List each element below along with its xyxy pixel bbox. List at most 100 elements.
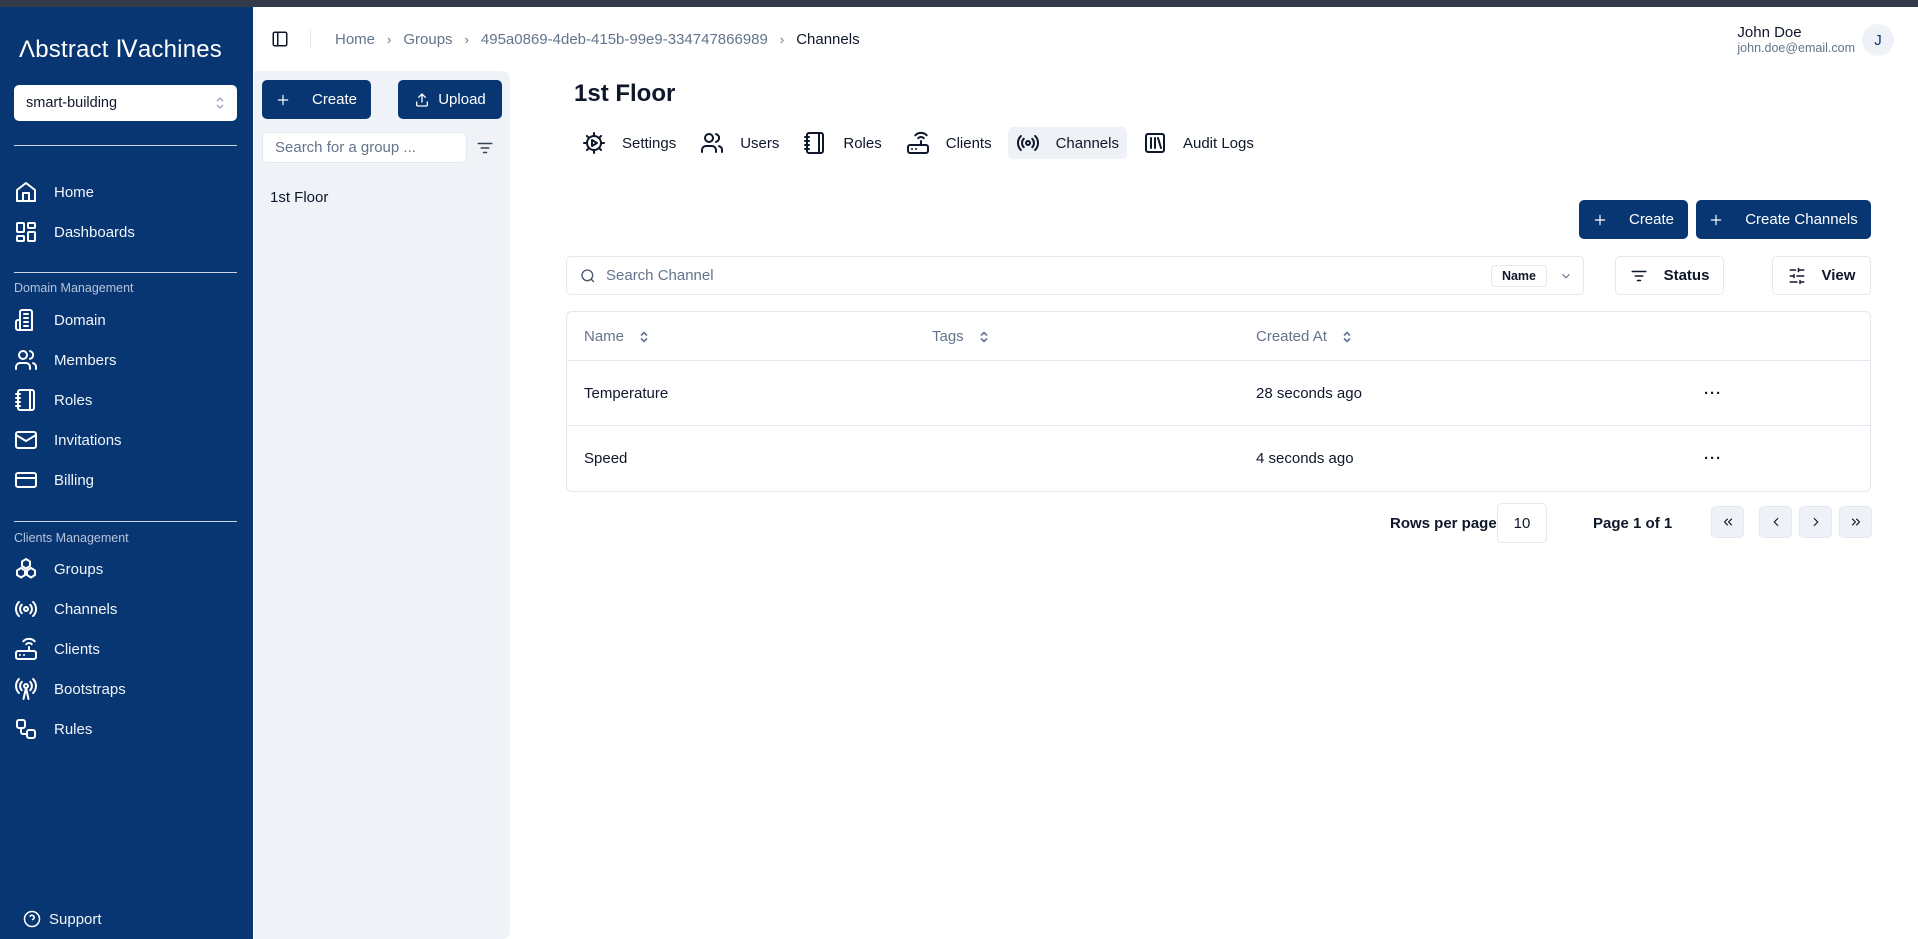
domain-selector[interactable]: smart-building bbox=[14, 85, 237, 121]
support-link[interactable]: Support bbox=[23, 910, 102, 928]
sidebar-item-domain[interactable]: Domain bbox=[14, 304, 237, 336]
chevron-right-icon: › bbox=[387, 31, 392, 47]
tab-label: Clients bbox=[945, 134, 992, 152]
breadcrumb-home[interactable]: Home bbox=[335, 31, 375, 48]
sidebar-item-label: Billing bbox=[54, 471, 95, 489]
channel-search-input[interactable] bbox=[606, 267, 1491, 284]
tab-roles[interactable]: Roles bbox=[795, 127, 889, 159]
support-label: Support bbox=[49, 910, 102, 928]
sidebar: Λbstract Ⅳachines smart-building Home Da… bbox=[0, 7, 253, 939]
mail-icon bbox=[14, 428, 38, 452]
column-header-created-at[interactable]: Created At bbox=[1256, 312, 1353, 360]
notebook-icon bbox=[14, 388, 38, 412]
tab-clients[interactable]: Clients bbox=[898, 127, 1000, 159]
sidebar-item-label: Roles bbox=[54, 391, 93, 409]
sidebar-item-label: Domain bbox=[54, 311, 106, 329]
rows-per-page-select[interactable]: 10 bbox=[1497, 503, 1547, 543]
filter-button[interactable] bbox=[476, 139, 494, 157]
settings-icon bbox=[583, 132, 605, 154]
sidebar-item-clients[interactable]: Clients bbox=[14, 633, 237, 665]
sidebar-item-billing[interactable]: Billing bbox=[14, 464, 237, 496]
sidebar-item-roles[interactable]: Roles bbox=[14, 384, 237, 416]
chevron-right-icon: › bbox=[464, 31, 469, 47]
sidebar-item-label: Channels bbox=[54, 600, 118, 618]
view-options-button[interactable]: View bbox=[1772, 256, 1871, 295]
sidebar-item-label: Groups bbox=[54, 560, 104, 578]
library-icon bbox=[1144, 133, 1165, 153]
chevron-right-icon bbox=[1813, 517, 1818, 527]
sidebar-item-home[interactable]: Home bbox=[14, 176, 237, 208]
upload-icon bbox=[416, 92, 429, 107]
filter-icon bbox=[1631, 270, 1647, 281]
group-upload-button[interactable]: Upload bbox=[398, 80, 502, 119]
breadcrumb-group-id[interactable]: 495a0869-4deb-415b-99e9-334747866989 bbox=[481, 31, 768, 48]
group-list-item[interactable]: 1st Floor bbox=[270, 189, 328, 206]
sidebar-item-label: Clients bbox=[54, 640, 100, 658]
group-search-input[interactable] bbox=[262, 132, 467, 163]
sidebar-toggle-button[interactable] bbox=[271, 30, 289, 48]
group-create-button[interactable]: Create bbox=[262, 80, 371, 119]
tab-audit-logs[interactable]: Audit Logs bbox=[1135, 127, 1262, 159]
first-page-button[interactable] bbox=[1711, 506, 1744, 538]
table-row[interactable]: Temperature 28 seconds ago ··· bbox=[567, 361, 1870, 426]
chevron-left-icon bbox=[1773, 517, 1778, 527]
breadcrumb-groups[interactable]: Groups bbox=[403, 31, 452, 48]
button-label: Status bbox=[1663, 267, 1710, 284]
column-label: Name bbox=[584, 327, 625, 345]
column-header-tags[interactable]: Tags bbox=[932, 312, 990, 360]
tab-label: Audit Logs bbox=[1182, 134, 1254, 152]
row-actions-button[interactable]: ··· bbox=[1704, 426, 1722, 491]
sort-icon[interactable] bbox=[978, 330, 990, 343]
sort-icon[interactable] bbox=[1341, 330, 1353, 343]
column-label: Created At bbox=[1256, 327, 1327, 345]
last-page-button[interactable] bbox=[1839, 506, 1872, 538]
group-tabs: Settings Users Roles Clients Channels Au… bbox=[574, 127, 1270, 159]
create-channel-button[interactable]: Create bbox=[1579, 200, 1688, 239]
notebook-icon bbox=[804, 132, 825, 154]
sidebar-item-members[interactable]: Members bbox=[14, 344, 237, 376]
page-info: Page 1 of 1 bbox=[1593, 514, 1673, 532]
breadcrumb: Home › Groups › 495a0869-4deb-415b-99e9-… bbox=[335, 29, 860, 49]
plus-icon bbox=[1594, 214, 1606, 225]
tab-channels[interactable]: Channels bbox=[1007, 127, 1127, 159]
user-info: John Doe john.doe@email.com bbox=[1737, 25, 1855, 56]
cell-name: Temperature bbox=[584, 384, 669, 402]
sidebar-item-groups[interactable]: Groups bbox=[14, 553, 237, 585]
top-header: Home › Groups › 495a0869-4deb-415b-99e9-… bbox=[253, 7, 1918, 70]
section-label-domain-management: Domain Management bbox=[14, 281, 134, 295]
user-email: john.doe@email.com bbox=[1737, 41, 1855, 55]
sidebar-item-label: Dashboards bbox=[54, 223, 135, 241]
tab-label: Users bbox=[740, 134, 780, 152]
sidebar-item-invitations[interactable]: Invitations bbox=[14, 424, 237, 456]
cell-created-at: 28 seconds ago bbox=[1256, 384, 1362, 402]
plus-icon bbox=[277, 94, 289, 105]
previous-page-button[interactable] bbox=[1759, 506, 1792, 538]
column-header-name[interactable]: Name bbox=[584, 312, 650, 360]
radio-icon bbox=[14, 597, 38, 621]
sidebar-item-dashboards[interactable]: Dashboards bbox=[14, 216, 237, 248]
chevrons-left-icon bbox=[1723, 518, 1732, 526]
sidebar-item-channels[interactable]: Channels bbox=[14, 593, 237, 625]
tab-users[interactable]: Users bbox=[692, 127, 787, 159]
create-channels-button[interactable]: Create Channels bbox=[1696, 200, 1871, 239]
workflow-icon bbox=[14, 717, 38, 741]
tab-label: Settings bbox=[622, 134, 677, 152]
status-filter-button[interactable]: Status bbox=[1615, 256, 1724, 295]
search-field-dropdown[interactable] bbox=[1559, 269, 1573, 283]
filter-icon bbox=[477, 142, 493, 154]
building-icon bbox=[14, 308, 38, 332]
sort-icon[interactable] bbox=[638, 330, 650, 343]
avatar[interactable]: J bbox=[1862, 24, 1894, 56]
window-top-bar bbox=[0, 0, 1918, 7]
sidebar-item-bootstraps[interactable]: Bootstraps bbox=[14, 673, 237, 705]
search-icon bbox=[581, 268, 595, 282]
tab-settings[interactable]: Settings bbox=[574, 127, 684, 159]
channel-search: Name bbox=[566, 256, 1584, 295]
search-field-badge[interactable]: Name bbox=[1490, 264, 1547, 287]
row-actions-button[interactable]: ··· bbox=[1704, 361, 1722, 425]
next-page-button[interactable] bbox=[1799, 506, 1832, 538]
header-divider bbox=[310, 29, 311, 49]
table-row[interactable]: Speed 4 seconds ago ··· bbox=[567, 426, 1870, 491]
cell-name: Speed bbox=[584, 450, 628, 467]
sidebar-item-rules[interactable]: Rules bbox=[14, 713, 237, 745]
